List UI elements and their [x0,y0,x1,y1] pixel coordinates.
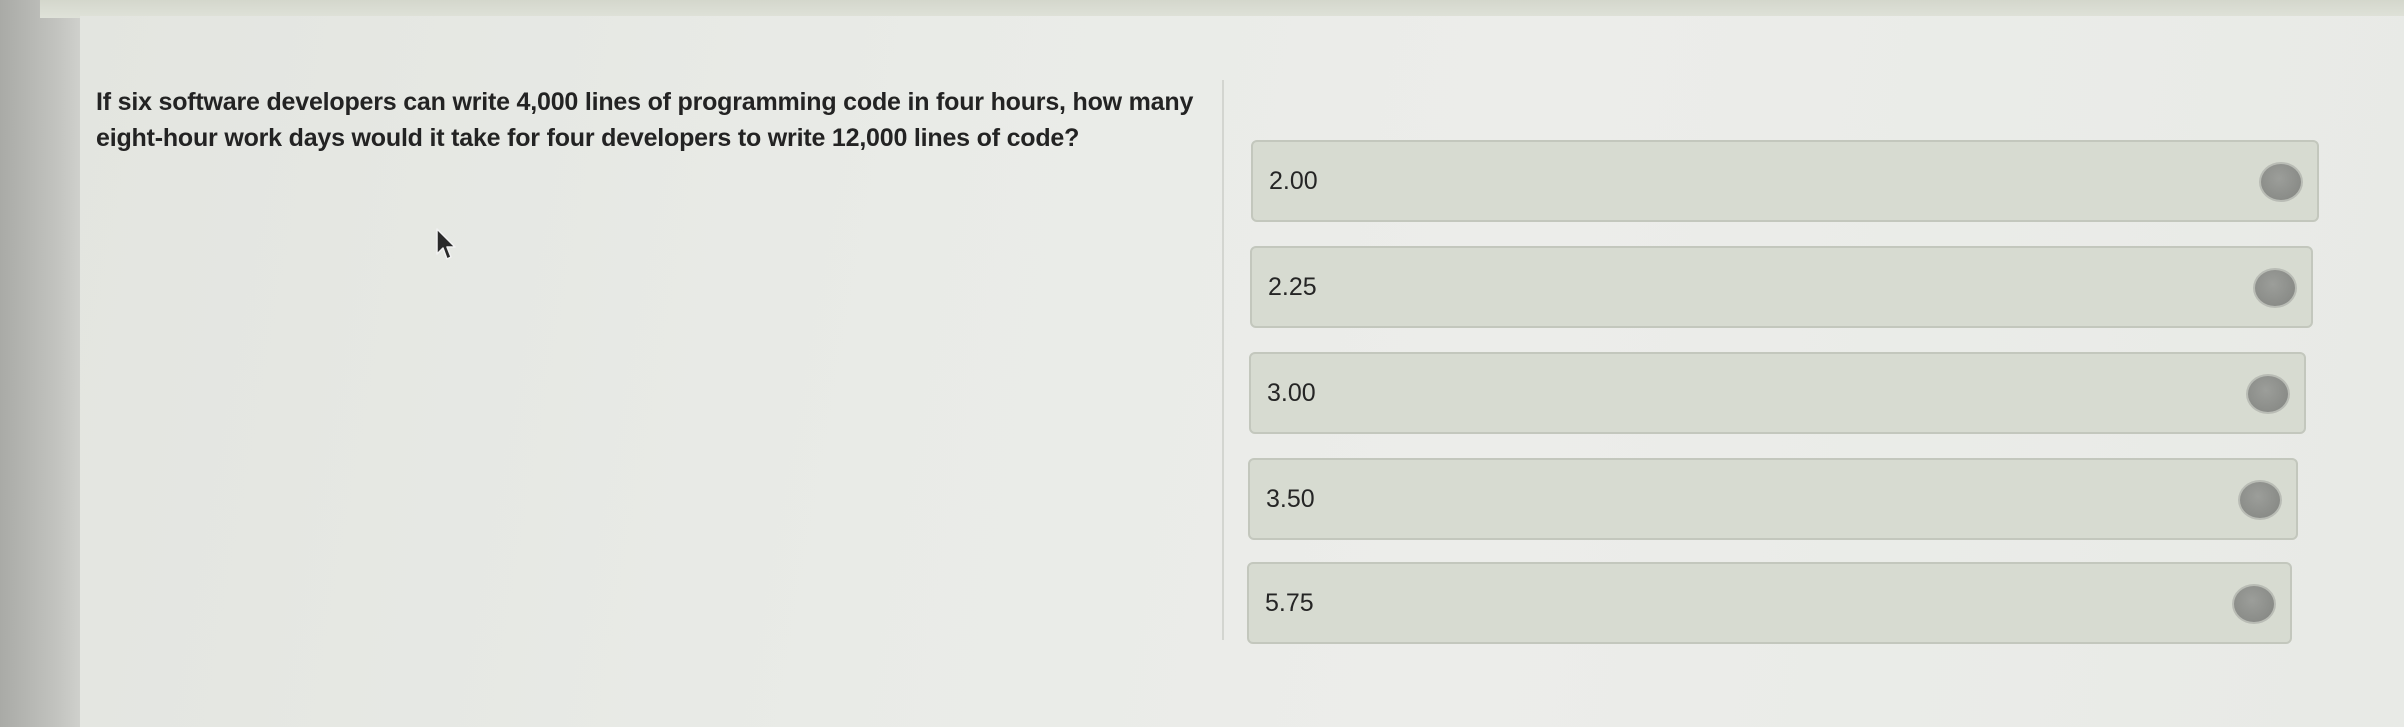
radio-button-icon[interactable] [2238,480,2282,520]
monitor-bezel [0,0,80,727]
answer-option-2[interactable]: 2.25 [1250,246,2313,328]
answer-option-label: 5.75 [1265,589,1314,617]
question-text: If six software developers can write 4,0… [96,88,1194,152]
radio-button-icon[interactable] [2232,584,2276,624]
answer-option-label: 3.00 [1267,379,1316,407]
answer-option-label: 2.00 [1269,167,1318,195]
answer-option-label: 2.25 [1268,273,1317,301]
radio-button-icon[interactable] [2253,268,2297,308]
answer-option-5[interactable]: 5.75 [1247,562,2292,644]
radio-button-icon[interactable] [2246,374,2290,414]
column-divider [1222,80,1224,640]
answer-option-3[interactable]: 3.00 [1249,352,2306,434]
answer-option-label: 3.50 [1266,485,1315,513]
answer-option-4[interactable]: 3.50 [1248,458,2298,540]
radio-button-icon[interactable] [2259,162,2303,202]
mouse-pointer-icon [436,228,456,260]
answer-option-1[interactable]: 2.00 [1251,140,2319,222]
